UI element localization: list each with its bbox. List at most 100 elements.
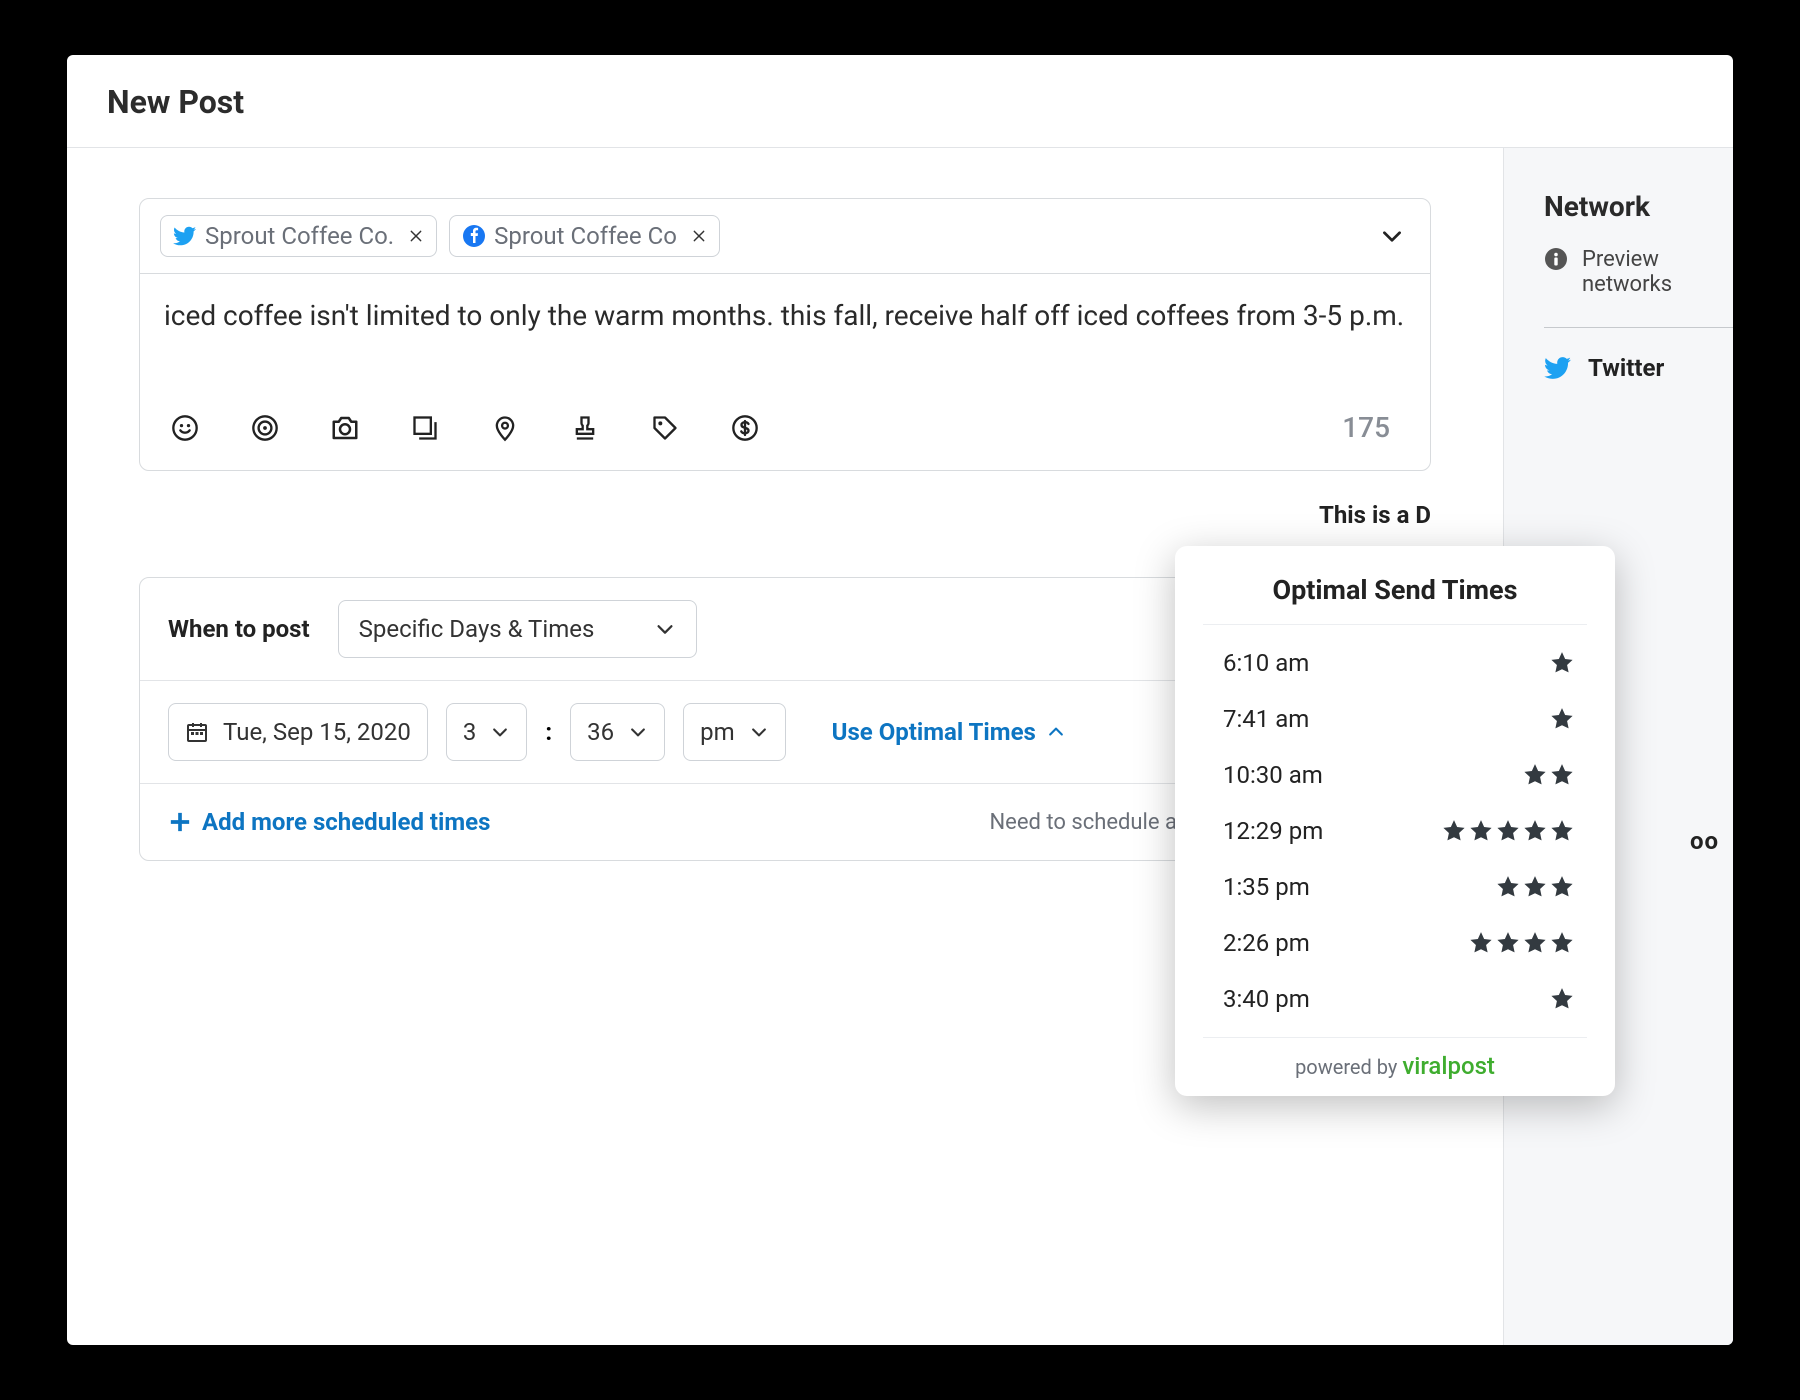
optimal-time-value: 1:35 pm (1223, 873, 1310, 901)
network-tab-twitter[interactable]: Twitter (1544, 354, 1733, 382)
optimal-time-value: 12:29 pm (1223, 817, 1323, 845)
chevron-up-icon (1046, 722, 1066, 742)
media-library-button[interactable] (410, 413, 440, 443)
optimal-time-value: 6:10 am (1223, 649, 1309, 677)
star-icon (1549, 818, 1575, 844)
stamp-icon (571, 414, 599, 442)
remove-chip-button[interactable] (685, 228, 707, 244)
star-icon (1549, 762, 1575, 788)
profile-picker[interactable]: Sprout Coffee Co. Sprout Coffee Co (140, 199, 1430, 274)
star-icon (1549, 874, 1575, 900)
optimal-time-stars (1549, 650, 1575, 676)
close-icon (408, 228, 424, 244)
chevron-down-icon (628, 722, 648, 742)
compose-textarea[interactable]: iced coffee isn't limited to only the wa… (140, 274, 1430, 389)
profile-chip-twitter[interactable]: Sprout Coffee Co. (160, 215, 437, 257)
time-separator: : (545, 718, 552, 746)
location-button[interactable] (490, 413, 520, 443)
date-picker[interactable]: Tue, Sep 15, 2020 (168, 703, 428, 761)
star-icon (1549, 930, 1575, 956)
optimal-time-row[interactable]: 1:35 pm (1175, 859, 1615, 915)
star-icon (1549, 650, 1575, 676)
plus-icon (169, 811, 191, 833)
ampm-select[interactable]: pm (683, 703, 786, 761)
profile-expand-button[interactable] (1374, 218, 1410, 254)
use-optimal-times-button[interactable]: Use Optimal Times (832, 718, 1066, 746)
star-icon (1522, 762, 1548, 788)
optimal-time-stars (1495, 874, 1575, 900)
twitter-icon (1544, 354, 1572, 382)
calendar-icon (185, 720, 209, 744)
optimal-times-popup: Optimal Send Times 6:10 am 7:41 am 10:30 a… (1175, 546, 1615, 1096)
page-title: New Post (107, 83, 1693, 121)
optimal-time-stars (1522, 762, 1575, 788)
monetize-button[interactable] (730, 413, 760, 443)
optimal-time-row[interactable]: 12:29 pm (1175, 803, 1615, 859)
add-more-times-button[interactable]: Add more scheduled times (168, 808, 490, 836)
optimal-time-row[interactable]: 3:40 pm (1175, 971, 1615, 1027)
network-tab-label: Twitter (1588, 354, 1664, 382)
chevron-down-icon (654, 618, 676, 640)
star-icon (1468, 930, 1494, 956)
camera-button[interactable] (330, 413, 360, 443)
optimal-time-value: 7:41 am (1223, 705, 1309, 733)
smile-icon (171, 414, 199, 442)
twitter-icon (173, 224, 197, 248)
star-icon (1549, 986, 1575, 1012)
minute-select[interactable]: 36 (570, 703, 665, 761)
side-separator (1544, 327, 1733, 328)
target-button[interactable] (250, 413, 280, 443)
optimal-time-value: 10:30 am (1223, 761, 1323, 789)
chevron-down-icon (749, 722, 769, 742)
optimal-time-row[interactable]: 10:30 am (1175, 747, 1615, 803)
viralpost-brand: viralpost (1402, 1052, 1495, 1080)
minute-value: 36 (587, 718, 614, 746)
optimal-time-stars (1549, 706, 1575, 732)
emoji-button[interactable] (170, 413, 200, 443)
profile-chip-label: Sprout Coffee Co (494, 222, 677, 250)
star-icon (1549, 706, 1575, 732)
optimal-time-value: 3:40 pm (1223, 985, 1310, 1013)
compose-card: Sprout Coffee Co. Sprout Coffee Co iced … (139, 198, 1431, 471)
optimal-time-stars (1468, 930, 1575, 956)
char-count: 175 (1342, 411, 1400, 444)
approval-button[interactable] (570, 413, 600, 443)
star-icon (1522, 874, 1548, 900)
hour-value: 3 (463, 718, 477, 746)
optimal-time-row[interactable]: 7:41 am (1175, 691, 1615, 747)
star-icon (1522, 818, 1548, 844)
optimal-times-title: Optimal Send Times (1203, 574, 1587, 625)
schedule-type-value: Specific Days & Times (359, 615, 595, 643)
use-optimal-times-label: Use Optimal Times (832, 718, 1036, 746)
optimal-time-value: 2:26 pm (1223, 929, 1310, 957)
optimal-time-row[interactable]: 2:26 pm (1175, 915, 1615, 971)
schedule-type-select[interactable]: Specific Days & Times (338, 600, 698, 658)
optimal-times-footer: powered by viralpost (1203, 1037, 1587, 1080)
date-value: Tue, Sep 15, 2020 (223, 718, 411, 746)
profile-chip-label: Sprout Coffee Co. (205, 222, 394, 250)
tag-button[interactable] (650, 413, 680, 443)
preview-hint-line2: networks (1582, 272, 1672, 297)
profile-chip-facebook[interactable]: Sprout Coffee Co (449, 215, 720, 257)
hour-select[interactable]: 3 (446, 703, 528, 761)
facebook-icon (462, 224, 486, 248)
optimal-time-stars (1549, 986, 1575, 1012)
preview-hint-row: Preview networks (1544, 247, 1733, 297)
remove-chip-button[interactable] (402, 228, 424, 244)
optimal-time-row[interactable]: 6:10 am (1175, 635, 1615, 691)
info-icon (1544, 247, 1568, 271)
tag-icon (651, 414, 679, 442)
star-icon (1495, 874, 1521, 900)
pin-icon (491, 414, 519, 442)
truncated-text: oo (1690, 827, 1719, 855)
chevron-down-icon (1379, 223, 1405, 249)
star-icon (1441, 818, 1467, 844)
compose-toolbar: 175 (140, 389, 1430, 470)
star-icon (1468, 818, 1494, 844)
star-icon (1495, 818, 1521, 844)
header: New Post (67, 55, 1733, 148)
draft-status: This is a D (139, 471, 1431, 547)
close-icon (691, 228, 707, 244)
star-icon (1495, 930, 1521, 956)
optimal-time-stars (1441, 818, 1575, 844)
